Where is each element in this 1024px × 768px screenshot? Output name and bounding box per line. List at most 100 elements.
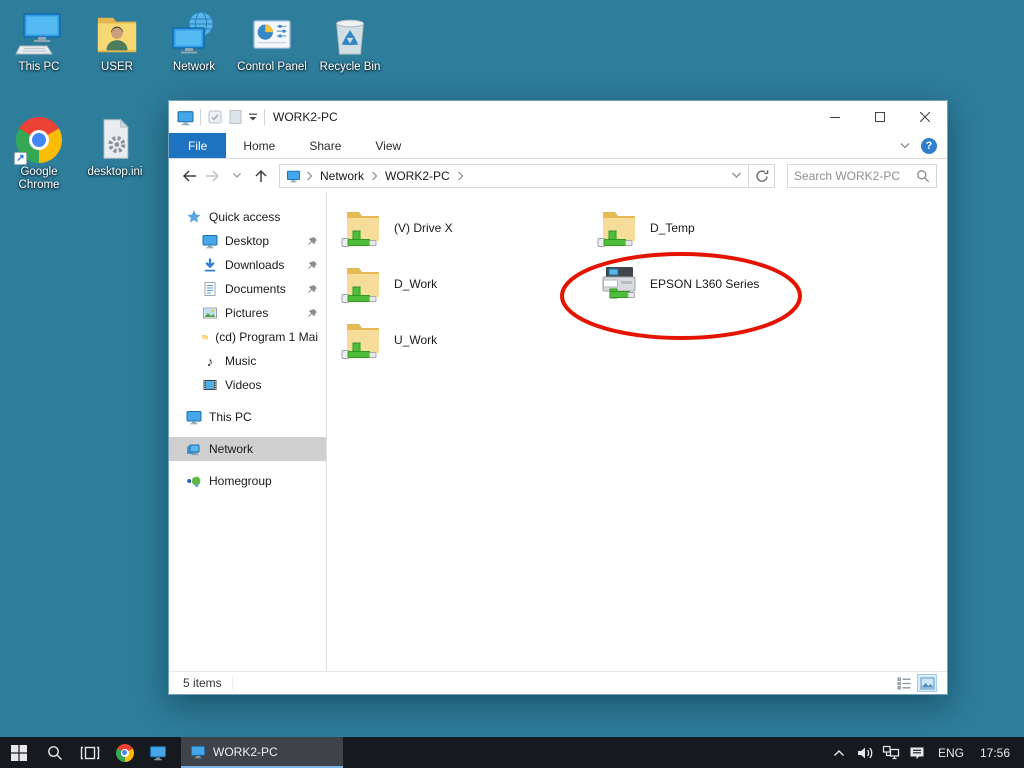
windows-logo-icon	[11, 745, 27, 761]
this-pc-icon	[1, 8, 77, 58]
file-item-d-work[interactable]: D_Work	[341, 256, 597, 312]
desktop-icon-label: Network	[156, 61, 232, 74]
language-indicator[interactable]: ENG	[930, 737, 972, 768]
tab-share[interactable]: Share	[292, 133, 358, 158]
start-button[interactable]	[0, 737, 38, 768]
volume-button[interactable]	[852, 737, 878, 768]
back-button[interactable]	[177, 164, 201, 188]
action-center-button[interactable]	[904, 737, 930, 768]
network-icon	[186, 441, 202, 457]
properties-button-icon[interactable]	[207, 109, 223, 125]
file-item-u-work[interactable]: U_Work	[341, 312, 597, 368]
desktop-icon-label: Google Chrome	[1, 166, 77, 192]
sidebar-item-documents[interactable]: Documents	[169, 277, 326, 301]
user-folder-icon	[79, 8, 155, 58]
up-button[interactable]	[249, 164, 273, 188]
show-hidden-icons-button[interactable]	[826, 737, 852, 768]
chevron-up-icon	[833, 749, 845, 757]
refresh-button[interactable]	[749, 164, 775, 188]
breadcrumb-chevron-icon[interactable]	[371, 171, 378, 181]
sidebar-item-cd-program[interactable]: (cd) Program 1 Mai	[169, 325, 326, 349]
breadcrumb-chevron-icon[interactable]	[457, 171, 464, 181]
sidebar-item-label: Documents	[225, 282, 286, 296]
network-tray-icon	[882, 745, 900, 760]
window-title: WORK2-PC	[273, 110, 338, 124]
task-view-button[interactable]	[72, 737, 108, 768]
divider	[200, 109, 201, 125]
title-bar[interactable]: WORK2-PC	[169, 101, 947, 133]
customize-toolbar-chevron-icon[interactable]	[248, 113, 258, 122]
chrome-icon	[116, 744, 134, 762]
file-item-label: D_Temp	[650, 221, 695, 235]
close-button[interactable]	[902, 101, 947, 133]
sidebar-item-music[interactable]: ♪ Music	[169, 349, 326, 373]
sidebar-item-label: Quick access	[209, 210, 280, 224]
sidebar-item-quick-access[interactable]: Quick access	[169, 205, 326, 229]
tab-view[interactable]: View	[358, 133, 418, 158]
breadcrumb-chevron-icon[interactable]	[306, 171, 313, 181]
sidebar-item-network[interactable]: Network	[169, 437, 326, 461]
network-status-button[interactable]	[878, 737, 904, 768]
minimize-button[interactable]	[812, 101, 857, 133]
sidebar-item-this-pc[interactable]: This PC	[169, 405, 326, 429]
tab-home[interactable]: Home	[226, 133, 292, 158]
desktop-icon-user-folder[interactable]: USER	[79, 8, 155, 74]
sidebar-item-homegroup[interactable]: Homegroup	[169, 469, 326, 493]
sidebar-item-pictures[interactable]: Pictures	[169, 301, 326, 325]
expand-ribbon-chevron-icon[interactable]	[899, 142, 911, 150]
navigation-pane: Quick access Desktop Downloads Documents	[169, 192, 327, 671]
search-input[interactable]	[794, 169, 916, 183]
recent-locations-chevron-icon[interactable]	[225, 164, 249, 188]
taskbar-explorer-button[interactable]	[141, 737, 174, 768]
details-view-button[interactable]	[894, 674, 914, 692]
sidebar-item-videos[interactable]: Videos	[169, 373, 326, 397]
recycle-bin-icon	[312, 8, 388, 58]
shared-printer-icon	[597, 262, 641, 306]
search-icon[interactable]	[916, 169, 930, 183]
file-item-label: U_Work	[394, 333, 437, 347]
desktop-icon-desktop-ini[interactable]: desktop.ini	[77, 113, 153, 179]
file-list-area[interactable]: (V) Drive X D_Work U_Work D_Temp	[327, 192, 947, 671]
clock[interactable]: 17:56	[972, 737, 1024, 768]
shared-folder-icon	[341, 318, 385, 362]
sidebar-item-downloads[interactable]: Downloads	[169, 253, 326, 277]
desktop-icon-control-panel[interactable]: Control Panel	[234, 8, 310, 74]
help-button[interactable]: ?	[921, 138, 937, 154]
divider	[264, 109, 265, 125]
task-button-work2-pc[interactable]: WORK2-PC	[181, 737, 343, 768]
address-dropdown-chevron-icon[interactable]	[731, 172, 742, 179]
maximize-button[interactable]	[857, 101, 902, 133]
taskbar-chrome-button[interactable]	[108, 737, 141, 768]
search-box[interactable]	[787, 164, 937, 188]
search-icon	[47, 745, 63, 761]
desktop: This PC USER Network Control Panel Recyc…	[0, 0, 1024, 768]
action-center-icon	[909, 746, 925, 760]
breadcrumb-network[interactable]: Network	[318, 169, 366, 183]
desktop-icon-this-pc[interactable]: This PC	[1, 8, 77, 74]
tab-file[interactable]: File	[169, 133, 226, 158]
large-icons-view-button[interactable]	[917, 674, 937, 692]
ribbon-tabs: File Home Share View ?	[169, 133, 947, 159]
file-item-epson-printer[interactable]: EPSON L360 Series	[597, 256, 853, 312]
file-item-d-temp[interactable]: D_Temp	[597, 200, 853, 256]
new-folder-button-icon[interactable]	[229, 109, 242, 125]
desktop-icon-network[interactable]: Network	[156, 8, 232, 74]
ini-file-icon	[77, 113, 153, 163]
sidebar-item-label: Music	[225, 354, 256, 368]
address-bar[interactable]: Network WORK2-PC	[279, 164, 749, 188]
desktop-icon-recycle-bin[interactable]: Recycle Bin	[312, 8, 388, 74]
folder-icon	[202, 329, 208, 345]
task-view-icon	[80, 745, 100, 761]
control-panel-icon	[234, 8, 310, 58]
sidebar-item-desktop[interactable]: Desktop	[169, 229, 326, 253]
shared-folder-icon	[341, 206, 385, 250]
breadcrumb-work2-pc[interactable]: WORK2-PC	[383, 169, 452, 183]
forward-button[interactable]	[201, 164, 225, 188]
pin-icon	[307, 284, 318, 295]
file-item-v-drive-x[interactable]: (V) Drive X	[341, 200, 597, 256]
taskbar-search-button[interactable]	[38, 737, 72, 768]
desktop-icon-google-chrome[interactable]: ↗ Google Chrome	[1, 113, 77, 192]
status-bar: 5 items	[169, 671, 947, 694]
explorer-icon	[149, 744, 167, 761]
speaker-icon	[856, 746, 874, 760]
